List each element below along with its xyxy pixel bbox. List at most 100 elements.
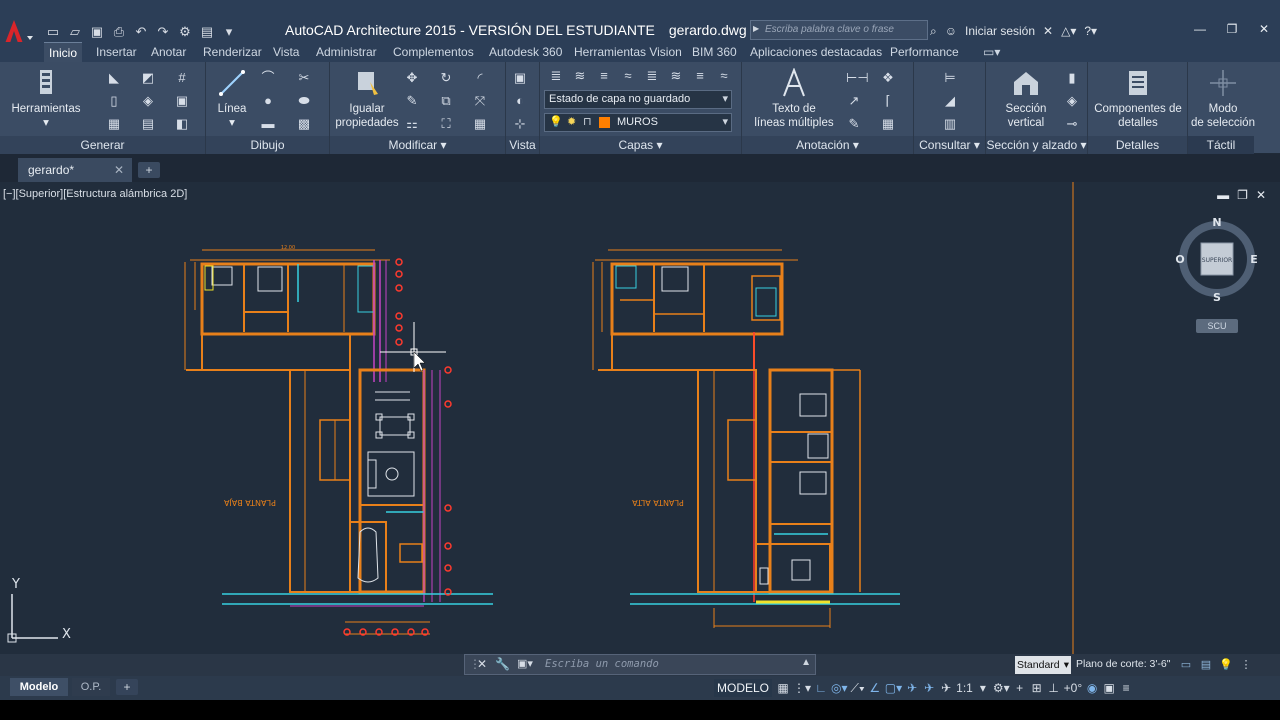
roof-icon[interactable]: ◧ — [174, 116, 190, 132]
add-layout-button[interactable]: + — [116, 679, 138, 695]
isodraft-icon[interactable]: ⟋▾ — [851, 679, 865, 697]
ellipse-icon[interactable]: ⬬ — [296, 93, 312, 109]
binoculars-icon[interactable]: ⌕ — [930, 24, 937, 39]
print-icon[interactable]: ⎙ — [110, 24, 128, 40]
isolate-icon[interactable]: ⊞ — [1030, 679, 1044, 697]
circle-icon[interactable]: ● — [260, 93, 276, 109]
slab-icon[interactable]: ▤ — [140, 116, 156, 132]
mirror-icon[interactable]: ⚏ — [404, 116, 420, 132]
panel-title-capas[interactable]: Capas ▾ — [540, 136, 741, 154]
tab-aplicaciones-destacadas[interactable]: Aplicaciones destacadas — [745, 42, 887, 62]
drawing-area[interactable]: 12.00 PLANTA BAJA PLANTA ALTA SUPERIOR N… — [0, 182, 1280, 654]
plus-icon[interactable]: + — [1013, 679, 1027, 697]
angle-readout[interactable]: +0° — [1064, 679, 1082, 697]
array-icon[interactable]: ▦ — [472, 116, 488, 132]
window-icon[interactable]: ▯ — [106, 93, 122, 109]
ortho-icon[interactable]: ∟ — [814, 679, 828, 697]
osnap-track-icon[interactable]: ∠ — [868, 679, 882, 697]
panel-title-consultar[interactable]: Consultar ▾ — [914, 136, 985, 154]
stretch-icon[interactable]: ⤧ — [472, 93, 488, 109]
copy-icon[interactable]: ⧉ — [438, 93, 454, 109]
maximize-icon[interactable]: ❐ — [1216, 20, 1248, 40]
tab-insertar[interactable]: Insertar — [91, 42, 142, 62]
rectangle-icon[interactable]: ▬ — [260, 116, 276, 132]
wall-icon[interactable]: ◣ — [106, 70, 122, 86]
ucs-menu-button[interactable]: SCU — [1196, 319, 1238, 333]
schedule-icon[interactable]: ▦ — [880, 116, 896, 132]
arc-icon[interactable]: ⌒ — [260, 70, 276, 86]
viewport-minimize-icon[interactable]: ▬ — [1217, 188, 1229, 202]
tag-icon[interactable]: ❖ — [880, 70, 896, 86]
layer-icon[interactable]: ▤ — [1198, 657, 1214, 673]
tab-administrar[interactable]: Administrar — [311, 42, 382, 62]
settings-gear-icon[interactable]: ⚙▾ — [993, 679, 1010, 697]
ucs-icon[interactable]: ⊹ — [512, 116, 528, 132]
tab-bim-360[interactable]: BIM 360 — [687, 42, 742, 62]
list-icon[interactable]: ▥ — [942, 116, 958, 132]
elevation-icon[interactable]: ▮ — [1064, 70, 1080, 86]
viewport-restore-icon[interactable]: ❐ — [1237, 188, 1248, 202]
sign-in-link[interactable]: Iniciar sesión — [965, 24, 1035, 38]
elevation-offset-icon[interactable]: ⊥ — [1047, 679, 1061, 697]
tab-herramientas-vision[interactable]: Herramientas Vision — [569, 42, 687, 62]
layer-walk-icon[interactable]: ≡ — [596, 68, 612, 84]
section-line-icon[interactable]: ⊸ — [1064, 116, 1080, 132]
compass-west[interactable]: O — [1175, 253, 1184, 266]
layer-select[interactable]: 💡 ✹ ⊓ MUROS — [544, 113, 732, 132]
layer-iso-icon[interactable]: ≋ — [572, 68, 588, 84]
save-icon[interactable]: ▣ — [88, 24, 106, 40]
lightbulb-icon[interactable]: 💡 — [1218, 657, 1234, 673]
command-input[interactable]: Escriba un comando — [545, 658, 659, 670]
a360-icon[interactable]: △▾ — [1061, 24, 1076, 38]
snap-icon[interactable]: ⋮▾ — [793, 679, 811, 697]
callout-icon[interactable]: ◈ — [1064, 93, 1080, 109]
close-command-icon[interactable]: ✕ — [477, 657, 487, 671]
help-icon[interactable]: ?▾ — [1084, 24, 1097, 38]
tab-renderizar[interactable]: Renderizar — [198, 42, 267, 62]
properties-icon[interactable]: ▤ — [198, 24, 216, 40]
tab-vista[interactable]: Vista — [268, 42, 304, 62]
annotation-visibility-icon[interactable]: ✈ — [905, 679, 919, 697]
view-icon[interactable]: ▣ — [512, 70, 528, 86]
tab-performance[interactable]: Performance — [885, 42, 964, 62]
model-tab[interactable]: Modelo — [10, 678, 68, 696]
visual-style-icon[interactable]: ◐ — [512, 93, 528, 109]
move-icon[interactable]: ✥ — [404, 70, 420, 86]
open-icon[interactable]: ▱ — [66, 24, 84, 40]
autoscale-icon[interactable]: ✈ — [922, 679, 936, 697]
compass-south[interactable]: S — [1213, 291, 1221, 304]
layer-lock-icon[interactable]: ≋ — [668, 68, 684, 84]
compass-north[interactable]: N — [1212, 216, 1221, 229]
modo-seleccion-button[interactable]: Modo de selección — [1190, 68, 1256, 130]
layer-merge-icon[interactable]: ≡ — [692, 68, 708, 84]
command-history-icon[interactable]: ▲ — [801, 657, 811, 668]
table-icon[interactable]: ⌈ — [880, 93, 896, 109]
undo-icon[interactable]: ↶ — [132, 24, 150, 40]
exchange-icon[interactable]: ✕ — [1043, 24, 1053, 38]
scale-readout[interactable]: 1:1 — [956, 679, 973, 697]
trim-icon[interactable]: ✂ — [296, 70, 312, 86]
grid-toggle-icon[interactable]: ▦ — [776, 679, 790, 697]
cut-plane-readout[interactable]: Plano de corte: 3'-6" — [1076, 658, 1170, 670]
rotate-icon[interactable]: ↻ — [438, 70, 454, 86]
layer-freeze-icon[interactable]: ≣ — [644, 68, 660, 84]
pencil-icon[interactable]: ✎ — [404, 93, 420, 109]
object-snap-icon[interactable]: ▢▾ — [885, 679, 902, 697]
minimize-icon[interactable]: — — [1184, 20, 1216, 40]
new-tab-button[interactable]: + — [138, 162, 160, 178]
model-space-button[interactable]: MODELO — [714, 679, 772, 697]
layer-delete-icon[interactable]: ≈ — [716, 68, 732, 84]
workspace-icon[interactable]: ⚙ — [176, 24, 194, 40]
customize-command-icon[interactable]: 🔧 — [495, 657, 510, 671]
texto-multiple-button[interactable]: Texto de líneas múltiples — [748, 68, 840, 130]
layer-properties-icon[interactable]: ≣ — [548, 68, 564, 84]
linea-button[interactable]: Línea ▾ — [212, 68, 252, 130]
customize-qat-icon[interactable]: ▾ — [220, 24, 238, 40]
area-icon[interactable]: ◢ — [942, 93, 958, 109]
viewport-controls-label[interactable]: [−][Superior][Estructura alámbrica 2D] — [3, 188, 187, 200]
workspace-icon[interactable]: ▭ — [1178, 657, 1194, 673]
clean-screen-icon[interactable]: ▣ — [1102, 679, 1116, 697]
hardware-accel-icon[interactable]: ◉ — [1085, 679, 1099, 697]
scale-dropdown-icon[interactable]: ▾ — [976, 679, 990, 697]
igualar-propiedades-button[interactable]: Igualar propiedades — [332, 68, 402, 130]
